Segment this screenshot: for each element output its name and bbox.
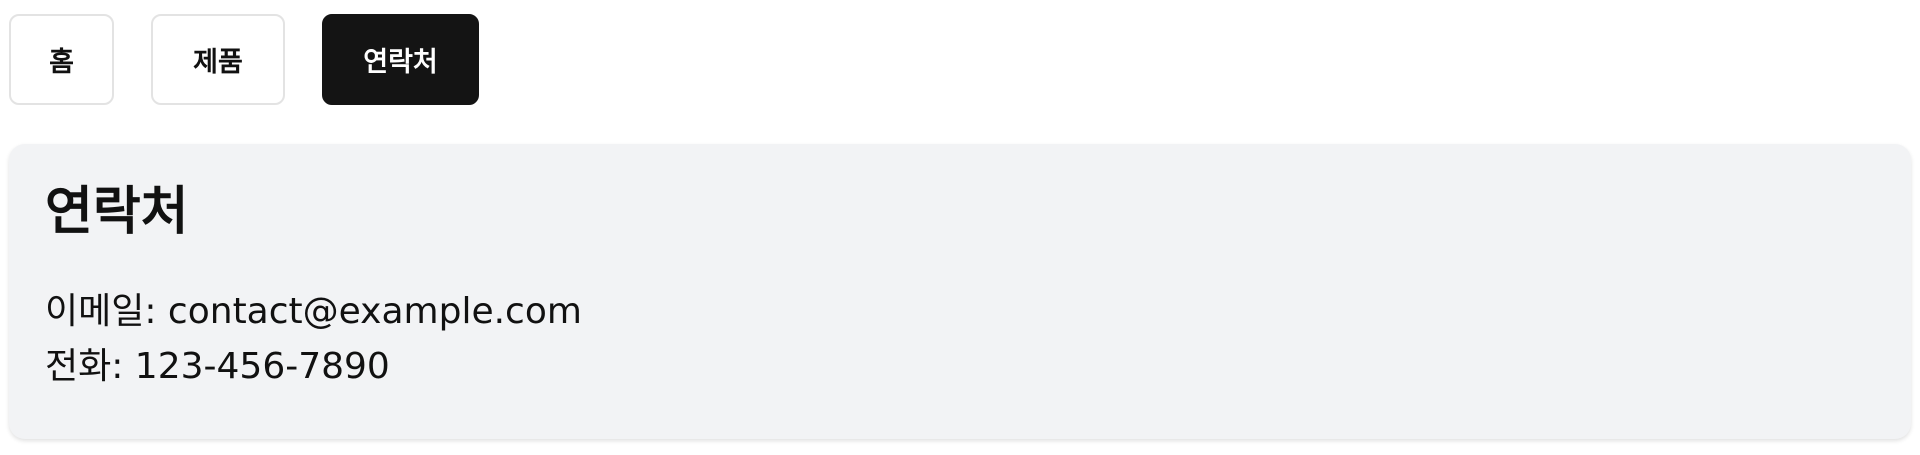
contact-info: 이메일: contact@example.com 전화: 123-456-789… (45, 284, 1875, 394)
tab-contact[interactable]: 연락처 (322, 14, 479, 105)
phone-line: 전화: 123-456-7890 (45, 346, 390, 387)
email-line: 이메일: contact@example.com (45, 291, 582, 332)
tab-home[interactable]: 홈 (9, 14, 114, 105)
tab-products[interactable]: 제품 (151, 14, 285, 105)
nav-tabs: 홈 제품 연락처 (9, 14, 479, 105)
contact-title: 연락처 (45, 182, 189, 242)
contact-card: 연락처 이메일: contact@example.com 전화: 123-456… (9, 144, 1911, 439)
